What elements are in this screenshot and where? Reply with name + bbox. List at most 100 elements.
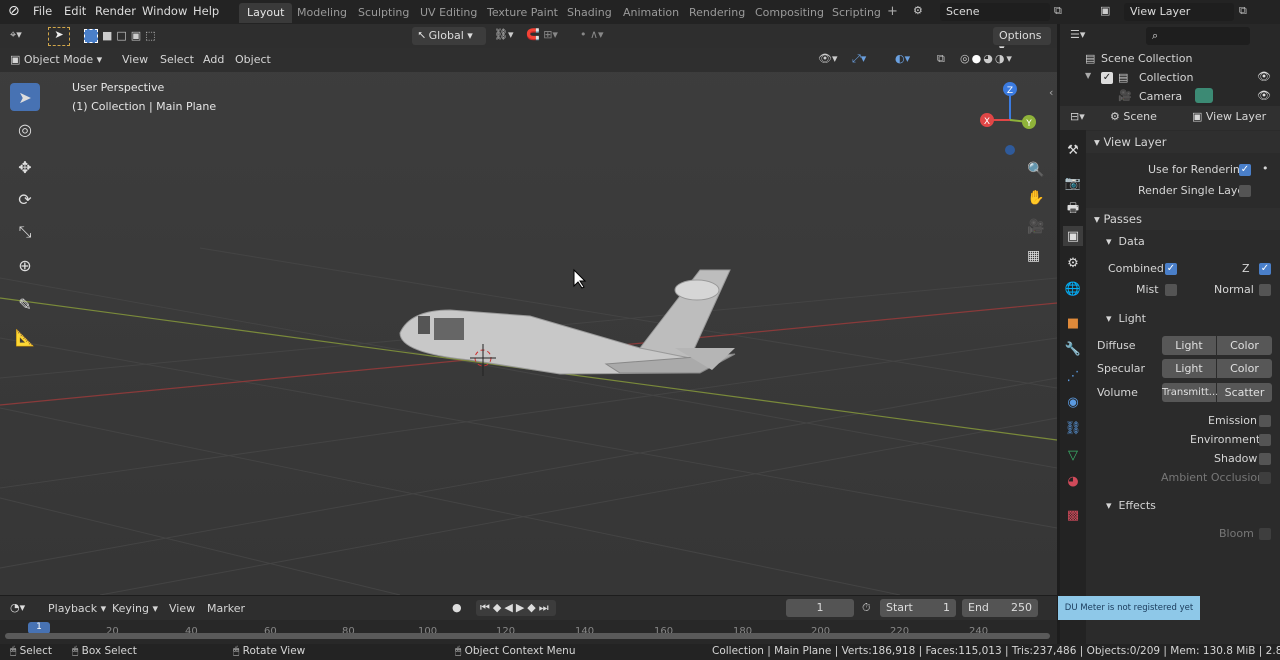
menu-playback[interactable]: Playback ▾ bbox=[48, 602, 106, 615]
specular-color-toggle[interactable]: Color bbox=[1217, 359, 1272, 378]
tab-compositing[interactable]: Compositing bbox=[747, 3, 832, 23]
camera-view-icon[interactable]: 🎥 bbox=[1027, 219, 1044, 235]
add-workspace-icon[interactable]: + bbox=[887, 4, 898, 19]
view-layer-section[interactable]: ▾ View Layer bbox=[1086, 131, 1280, 153]
proportional-edit-icon[interactable]: • ∧▾ bbox=[580, 28, 604, 41]
select-mode-new-icon[interactable] bbox=[84, 29, 98, 43]
modifier-tab-icon[interactable]: 🔧 bbox=[1063, 339, 1083, 359]
select-box-tool-icon[interactable]: ➤ bbox=[10, 83, 40, 111]
timeline-editor-icon[interactable]: ◔▾ bbox=[10, 601, 25, 614]
light-subsection[interactable]: ▾ Light bbox=[1106, 312, 1146, 325]
data-tab-icon[interactable]: ▽ bbox=[1063, 445, 1083, 465]
gizmo-y-label[interactable]: Y bbox=[1025, 119, 1032, 129]
menu-select[interactable]: Select bbox=[160, 53, 194, 66]
view-layer-field[interactable]: View Layer bbox=[1124, 3, 1234, 21]
measure-tool-icon[interactable]: 📐 bbox=[10, 323, 40, 351]
camera-data-icon[interactable] bbox=[1195, 88, 1213, 103]
stopwatch-icon[interactable]: ⏱ bbox=[862, 601, 871, 615]
outliner-camera[interactable]: Camera bbox=[1139, 90, 1182, 103]
view-layer-icon[interactable]: ▣ bbox=[1100, 4, 1110, 17]
object-mode-dropdown[interactable]: ▣ Object Mode ▾ bbox=[10, 53, 102, 66]
scene-icon[interactable]: ⚙ bbox=[913, 4, 923, 17]
end-frame-field[interactable]: End 250 bbox=[962, 599, 1038, 617]
volume-transmittance-toggle[interactable]: Transmitt... bbox=[1162, 383, 1218, 402]
menu-window[interactable]: Window bbox=[142, 4, 187, 18]
tab-animation[interactable]: Animation bbox=[615, 3, 687, 23]
menu-add[interactable]: Add bbox=[203, 53, 224, 66]
visibility-eye-icon[interactable]: 👁 bbox=[1257, 89, 1271, 102]
record-icon[interactable]: ● bbox=[452, 601, 462, 614]
gizmo-toggle-icon[interactable]: ⤢▾ bbox=[852, 52, 866, 66]
data-subsection[interactable]: ▾ Data bbox=[1106, 235, 1145, 248]
sidebar-toggle-icon[interactable]: ‹ bbox=[1049, 86, 1053, 99]
playback-controls[interactable]: ⏮◆◀▶◆⏭ bbox=[476, 600, 556, 616]
bloom-checkbox[interactable] bbox=[1259, 528, 1271, 540]
scene-breadcrumb[interactable]: ⚙ Scene bbox=[1110, 110, 1157, 123]
tab-modeling[interactable]: Modeling bbox=[289, 3, 355, 23]
timeline-scrollbar[interactable] bbox=[5, 633, 1050, 639]
new-view-layer-icon[interactable]: ⧉ bbox=[1239, 4, 1247, 18]
zoom-view-icon[interactable]: 🔍 bbox=[1027, 162, 1044, 178]
pivot-icon[interactable]: ⛓▾ bbox=[494, 28, 514, 41]
move-tool-icon[interactable]: ✥ bbox=[10, 153, 40, 181]
combined-checkbox[interactable]: ✓ bbox=[1165, 263, 1177, 275]
tab-shading[interactable]: Shading bbox=[559, 3, 620, 23]
cursor-tool-icon[interactable]: ◎ bbox=[10, 115, 40, 143]
blender-logo-icon[interactable]: ⊘ bbox=[8, 3, 20, 19]
pan-view-icon[interactable]: ✋ bbox=[1027, 190, 1044, 206]
menu-help[interactable]: Help bbox=[193, 4, 219, 18]
particles-tab-icon[interactable]: ⋰ bbox=[1063, 366, 1083, 386]
effects-subsection[interactable]: ▾ Effects bbox=[1106, 499, 1156, 512]
select-tool-icon[interactable]: ➤ bbox=[48, 27, 70, 46]
tab-layout[interactable]: Layout bbox=[239, 3, 293, 23]
menu-render[interactable]: Render bbox=[95, 4, 136, 18]
environment-checkbox[interactable] bbox=[1259, 434, 1271, 446]
overlay-toggle-icon[interactable]: ◐▾ bbox=[895, 52, 910, 65]
new-scene-icon[interactable]: ⧉ bbox=[1054, 4, 1062, 18]
collection-checkbox[interactable]: ✓ bbox=[1101, 72, 1113, 84]
menu-edit[interactable]: Edit bbox=[64, 4, 86, 18]
menu-view[interactable]: View bbox=[122, 53, 148, 66]
object-tab-icon[interactable]: ■ bbox=[1063, 313, 1083, 333]
3d-viewport[interactable]: Z Y X bbox=[0, 48, 1057, 595]
gizmo-z-label[interactable]: Z bbox=[1007, 86, 1013, 96]
render-single-layer-checkbox[interactable] bbox=[1239, 185, 1251, 197]
xray-icon[interactable]: ⧉ bbox=[937, 52, 945, 66]
transform-pivot-icon[interactable]: ⌖▾ bbox=[10, 28, 22, 42]
emission-checkbox[interactable] bbox=[1259, 415, 1271, 427]
diffuse-color-toggle[interactable]: Color bbox=[1217, 336, 1272, 355]
texture-tab-icon[interactable]: ▩ bbox=[1063, 505, 1083, 525]
ambient-occlusion-checkbox[interactable] bbox=[1259, 472, 1271, 484]
shading-mode-icons[interactable]: ◎●◕◑▾ bbox=[960, 52, 1014, 65]
tool-tab-icon[interactable]: ⚒ bbox=[1063, 140, 1083, 160]
orientation-dropdown[interactable]: ⭦ Global ▾ bbox=[412, 27, 486, 45]
transform-tool-icon[interactable]: ⊕ bbox=[10, 251, 40, 279]
tab-texture-paint[interactable]: Texture Paint bbox=[479, 3, 566, 23]
menu-marker[interactable]: Marker bbox=[207, 602, 245, 615]
rotate-tool-icon[interactable]: ⟳ bbox=[10, 185, 40, 213]
ortho-toggle-icon[interactable]: ▦ bbox=[1027, 248, 1040, 264]
menu-timeline-view[interactable]: View bbox=[169, 602, 195, 615]
current-frame-field[interactable]: 1 bbox=[786, 599, 854, 617]
output-tab-icon[interactable]: 🖶 bbox=[1063, 200, 1083, 220]
menu-file[interactable]: File bbox=[33, 4, 52, 18]
menu-keying[interactable]: Keying ▾ bbox=[112, 602, 158, 615]
mist-checkbox[interactable] bbox=[1165, 284, 1177, 296]
normal-checkbox[interactable] bbox=[1259, 284, 1271, 296]
outliner-scene-collection[interactable]: Scene Collection bbox=[1101, 52, 1192, 65]
options-button[interactable]: Options ▾ bbox=[993, 27, 1051, 55]
view-layer-breadcrumb[interactable]: ▣ View Layer bbox=[1192, 110, 1266, 123]
animate-dot-icon[interactable]: • bbox=[1262, 162, 1269, 175]
outliner-collection[interactable]: Collection bbox=[1139, 71, 1193, 84]
outliner-display-icon[interactable]: ☰▾ bbox=[1070, 28, 1085, 41]
tab-scripting[interactable]: Scripting bbox=[824, 3, 889, 23]
scale-tool-icon[interactable]: ⤡ bbox=[10, 218, 40, 246]
specular-light-toggle[interactable]: Light bbox=[1162, 359, 1216, 378]
tab-uv-editing[interactable]: UV Editing bbox=[412, 3, 485, 23]
volume-scatter-toggle[interactable]: Scatter bbox=[1217, 383, 1272, 402]
world-tab-icon[interactable]: 🌐 bbox=[1063, 279, 1083, 299]
tab-sculpting[interactable]: Sculpting bbox=[350, 3, 417, 23]
physics-tab-icon[interactable]: ◉ bbox=[1063, 392, 1083, 412]
editor-type-icon[interactable]: ⊟▾ bbox=[1070, 110, 1085, 123]
use-for-rendering-checkbox[interactable]: ✓ bbox=[1239, 164, 1251, 176]
